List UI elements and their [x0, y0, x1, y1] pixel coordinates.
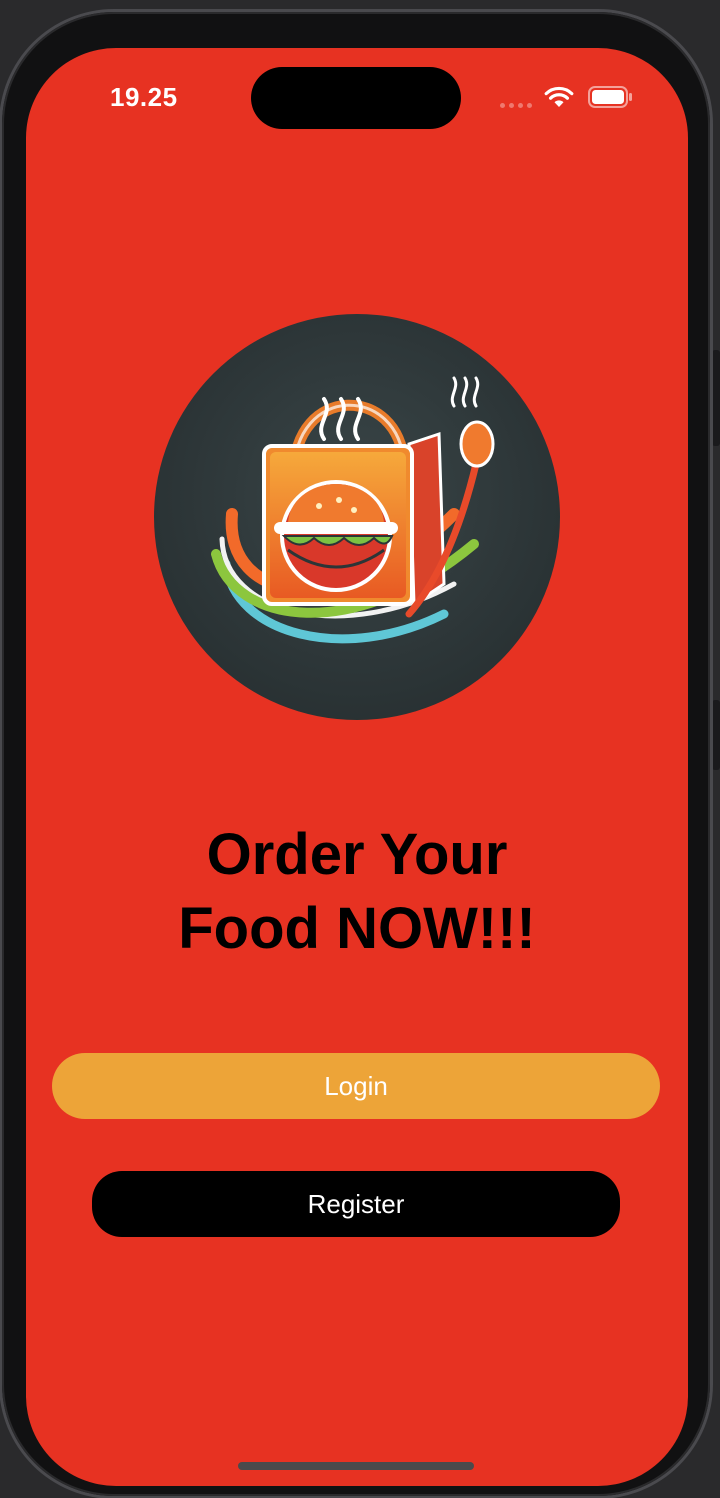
headline: Order Your Food NOW!!! [26, 818, 688, 966]
food-delivery-logo-icon [154, 314, 560, 720]
home-indicator[interactable] [238, 1462, 474, 1470]
battery-icon [588, 86, 632, 108]
device-side-button [712, 350, 720, 446]
app-screen: 19.25 Order Your Food NOW!!! Login Regis… [26, 48, 688, 1486]
headline-line-2: Food NOW!!! [178, 896, 536, 961]
dynamic-island [251, 67, 461, 129]
register-button[interactable]: Register [92, 1171, 620, 1237]
headline-line-1: Order Your [206, 822, 508, 887]
phone-frame: 19.25 Order Your Food NOW!!! Login Regis… [2, 12, 710, 1496]
device-volume-button [712, 700, 720, 770]
wifi-icon [544, 86, 574, 107]
status-time: 19.25 [110, 82, 178, 112]
login-button[interactable]: Login [52, 1053, 660, 1119]
signal-dots-icon [500, 103, 532, 108]
